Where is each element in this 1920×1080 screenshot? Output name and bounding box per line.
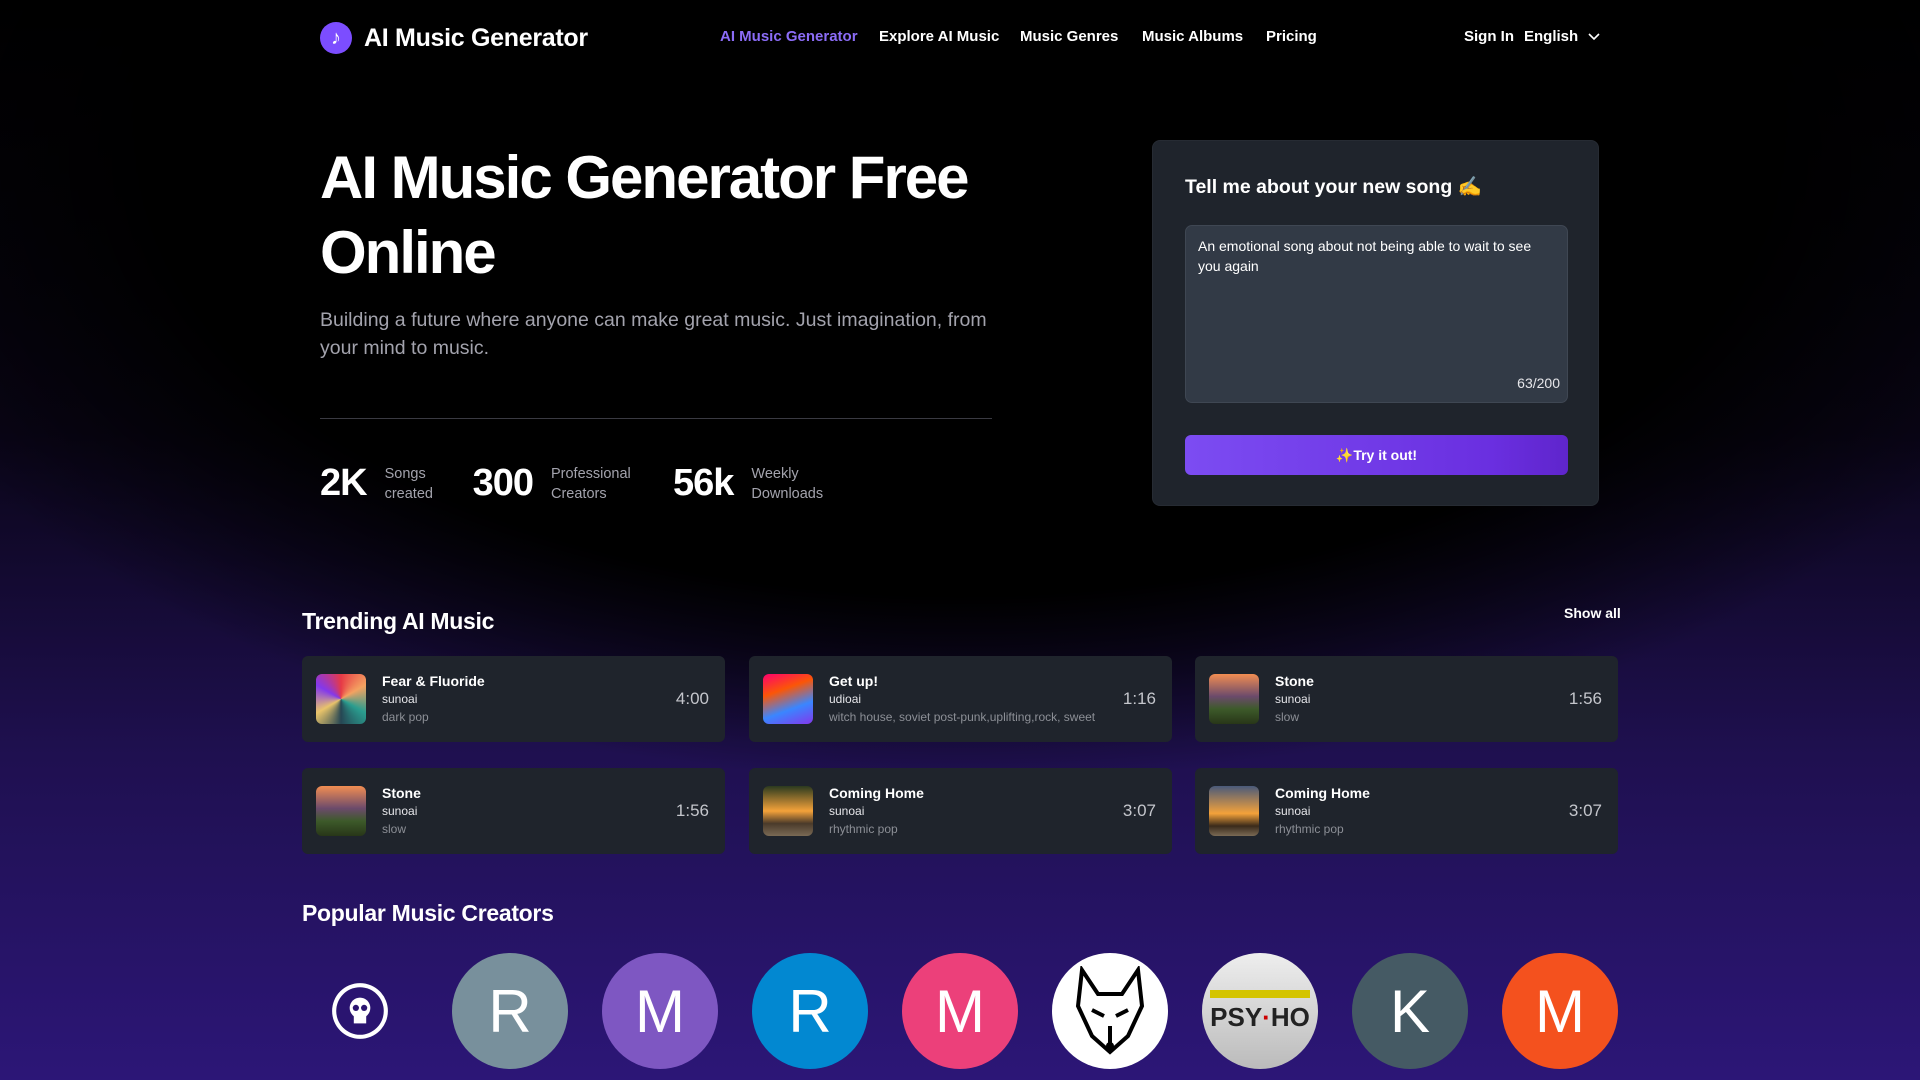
song-artist: sunoai	[382, 804, 418, 818]
song-cover-image	[763, 786, 813, 836]
hero-subtitle: Building a future where anyone can make …	[320, 309, 987, 359]
song-info: Coming Home sunoai rhythmic pop	[1275, 784, 1569, 838]
nav-music-genres[interactable]: Music Genres	[1020, 28, 1118, 45]
avatar-letter: R	[488, 977, 532, 1045]
song-tags: dark pop	[382, 710, 429, 724]
creators-heading: Popular Music Creators	[302, 900, 554, 926]
nav-music-albums[interactable]: Music Albums	[1142, 28, 1243, 45]
song-cover-image	[1209, 674, 1259, 724]
char-counter: 63/200	[1517, 375, 1560, 391]
prompt-heading: Tell me about your new song ✍️	[1185, 176, 1482, 198]
song-card[interactable]: Fear & Fluoride sunoai dark pop 4:00	[302, 656, 725, 742]
chevron-down-icon	[1588, 32, 1600, 40]
song-cover-image	[1209, 786, 1259, 836]
logo-text: AI Music Generator	[364, 23, 588, 52]
logo[interactable]: ♪ AI Music Generator	[320, 22, 588, 54]
song-tags: slow	[1275, 710, 1300, 724]
song-info: Stone sunoai slow	[382, 784, 676, 838]
song-duration: 3:07	[1568, 801, 1602, 820]
song-info: Get up! udioai witch house, soviet post-…	[829, 672, 1123, 726]
sign-in-link[interactable]: Sign In	[1464, 28, 1514, 45]
creator-avatar[interactable]: K	[1352, 953, 1468, 1069]
language-label: English	[1524, 28, 1579, 45]
avatar-letter: M	[635, 977, 685, 1045]
song-title: Fear & Fluoride	[382, 673, 485, 689]
creator-avatar[interactable]: R	[752, 953, 868, 1069]
song-tags: witch house, soviet post-punk,uplifting,…	[829, 710, 1096, 724]
creator-avatar[interactable]: M	[1502, 953, 1618, 1069]
music-note-icon: ♪	[320, 22, 352, 54]
stat-songs: 2K Songs created	[320, 462, 441, 505]
show-all-link[interactable]: Show all	[1564, 605, 1621, 621]
song-title: Stone	[1275, 673, 1314, 689]
creator-avatar[interactable]: PSY·HO	[1202, 953, 1318, 1069]
stat-value: 2K	[320, 462, 368, 504]
song-artist: sunoai	[829, 804, 865, 818]
song-info: Fear & Fluoride sunoai dark pop	[382, 672, 676, 726]
song-artist: sunoai	[1275, 804, 1311, 818]
skull-logo-icon	[332, 983, 388, 1039]
stat-label: Weekly Downloads	[751, 465, 824, 502]
song-cover-image	[316, 674, 366, 724]
song-tags: rhythmic pop	[829, 822, 898, 836]
creator-avatar[interactable]: R	[452, 953, 568, 1069]
nav-pricing[interactable]: Pricing	[1266, 28, 1317, 45]
stat-label: Songs created	[384, 465, 433, 502]
song-duration: 4:00	[675, 689, 709, 708]
nav-ai-music-generator[interactable]: AI Music Generator	[720, 28, 858, 45]
avatar-letter: R	[788, 977, 832, 1045]
creator-avatar[interactable]: M	[602, 953, 718, 1069]
song-card[interactable]: Stone sunoai slow 1:56	[1195, 656, 1618, 742]
creator-avatar[interactable]	[1052, 953, 1168, 1069]
try-it-out-button[interactable]: ✨Try it out!	[1185, 435, 1568, 475]
wolf-icon	[1075, 966, 1145, 1055]
song-artist: udioai	[829, 692, 862, 706]
stat-creators: 300 Professional Creators	[473, 462, 641, 505]
song-title: Stone	[382, 785, 421, 801]
song-duration: 1:56	[1568, 689, 1602, 708]
avatar-letter: M	[935, 977, 985, 1045]
creator-avatar[interactable]	[302, 953, 418, 1069]
hero-title: AI Music Generator Free Online	[320, 144, 970, 286]
song-duration: 1:56	[675, 801, 709, 820]
creator-avatar[interactable]: M	[902, 953, 1018, 1069]
song-card[interactable]: Coming Home sunoai rhythmic pop 3:07	[1195, 768, 1618, 854]
song-duration: 1:16	[1122, 689, 1156, 708]
stat-value: 300	[472, 462, 534, 504]
psycho-image-icon: PSY·HO	[1202, 953, 1318, 1069]
song-info: Coming Home sunoai rhythmic pop	[829, 784, 1123, 838]
song-artist: sunoai	[382, 692, 418, 706]
song-tags: rhythmic pop	[1275, 822, 1344, 836]
song-title: Get up!	[829, 673, 878, 689]
song-duration: 3:07	[1122, 801, 1156, 820]
nav-explore-ai-music[interactable]: Explore AI Music	[879, 28, 999, 45]
stat-value: 56k	[672, 462, 734, 504]
song-card[interactable]: Get up! udioai witch house, soviet post-…	[749, 656, 1172, 742]
divider	[320, 418, 992, 419]
song-info: Stone sunoai slow	[1275, 672, 1569, 726]
song-artist: sunoai	[1275, 692, 1311, 706]
song-card[interactable]: Coming Home sunoai rhythmic pop 3:07	[749, 768, 1172, 854]
song-cover-image	[316, 786, 366, 836]
song-tags: slow	[382, 822, 407, 836]
stats: 2K Songs created 300 Professional Creators…	[320, 462, 831, 505]
stat-downloads: 56k Weekly Downloads	[673, 462, 831, 505]
stat-label: Professional Creators	[550, 465, 631, 502]
song-card[interactable]: Stone sunoai slow 1:56	[302, 768, 725, 854]
avatar-letter: M	[1535, 977, 1585, 1045]
song-title: Coming Home	[1275, 785, 1370, 801]
language-selector[interactable]: English	[1524, 28, 1600, 45]
song-prompt-input[interactable]: An emotional song about not being able t…	[1185, 225, 1568, 403]
avatar-letter: K	[1389, 977, 1431, 1045]
trending-heading: Trending AI Music	[302, 608, 495, 634]
song-title: Coming Home	[829, 785, 924, 801]
song-cover-image	[763, 674, 813, 724]
prompt-card: Tell me about your new song ✍️ An emotio…	[1152, 140, 1599, 506]
